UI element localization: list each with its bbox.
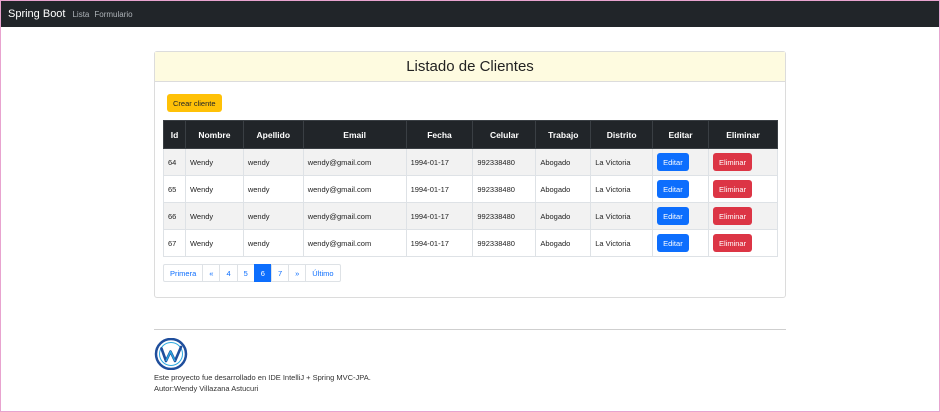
header-distrito: Distrito	[590, 120, 654, 149]
header-id: Id	[163, 120, 186, 149]
cell-celular: 992338480	[472, 202, 537, 230]
table-row: 66 Wendy wendy wendy@gmail.com 1994-01-1…	[163, 202, 778, 230]
page-last[interactable]: Último	[305, 264, 341, 282]
cell-edit: Editar	[652, 148, 710, 176]
delete-button[interactable]: Eliminar	[713, 234, 753, 252]
header-fecha: Fecha	[405, 120, 474, 149]
edit-button[interactable]: Editar	[657, 234, 689, 252]
cell-id: 65	[163, 175, 186, 203]
create-client-button[interactable]: Crear cliente	[167, 94, 222, 112]
cell-edit: Editar	[652, 202, 710, 230]
page-7[interactable]: 7	[270, 264, 290, 282]
cell-celular: 992338480	[472, 175, 537, 203]
nav-link-formulario[interactable]: Formulario	[94, 10, 132, 19]
nav-link-lista[interactable]: Lista	[72, 10, 89, 19]
cell-trabajo: Abogado	[535, 202, 592, 230]
cell-trabajo: Abogado	[535, 229, 592, 257]
w-logo-icon	[154, 338, 188, 370]
cell-delete: Eliminar	[708, 148, 778, 176]
cell-delete: Eliminar	[708, 202, 778, 230]
cell-id: 66	[163, 202, 186, 230]
cell-email: wendy@gmail.com	[302, 175, 407, 203]
cell-fecha: 1994-01-17	[405, 148, 474, 176]
clients-card: Listado de Clientes Crear cliente Id Nom…	[154, 51, 786, 298]
table-row: 67 Wendy wendy wendy@gmail.com 1994-01-1…	[163, 229, 778, 257]
cell-distrito: La Victoria	[590, 202, 654, 230]
header-celular: Celular	[472, 120, 537, 149]
cell-celular: 992338480	[472, 148, 537, 176]
header-email: Email	[302, 120, 407, 149]
header-trabajo: Trabajo	[535, 120, 592, 149]
edit-button[interactable]: Editar	[657, 180, 689, 198]
footer-divider	[154, 329, 786, 330]
header-eliminar: Eliminar	[708, 120, 778, 149]
cell-email: wendy@gmail.com	[302, 148, 407, 176]
page-5[interactable]: 5	[236, 264, 255, 282]
footer-text: Este proyecto fue desarrollado en IDE In…	[154, 372, 371, 394]
table-row: 65 Wendy wendy wendy@gmail.com 1994-01-1…	[163, 175, 778, 203]
cell-apellido: wendy	[242, 175, 304, 203]
page-next[interactable]: »	[288, 264, 307, 282]
cell-delete: Eliminar	[708, 175, 778, 203]
cell-fecha: 1994-01-17	[405, 202, 474, 230]
cell-delete: Eliminar	[708, 229, 778, 257]
cell-nombre: Wendy	[184, 202, 244, 230]
cell-id: 64	[163, 148, 186, 176]
table-row: 64 Wendy wendy wendy@gmail.com 1994-01-1…	[163, 148, 778, 176]
cell-email: wendy@gmail.com	[302, 229, 407, 257]
cell-trabajo: Abogado	[535, 148, 592, 176]
delete-button[interactable]: Eliminar	[713, 207, 753, 225]
page-first[interactable]: Primera	[163, 264, 204, 282]
cell-distrito: La Victoria	[590, 229, 654, 257]
pagination: Primera « 4 5 6 7 » Último	[163, 264, 341, 282]
page-4[interactable]: 4	[219, 264, 238, 282]
header-editar: Editar	[652, 120, 710, 149]
page-prev[interactable]: «	[202, 264, 221, 282]
cell-id: 67	[163, 229, 186, 257]
delete-button[interactable]: Eliminar	[713, 180, 753, 198]
table-header-row: Id Nombre Apellido Email Fecha Celular T…	[163, 120, 778, 149]
page-6-active[interactable]: 6	[253, 264, 272, 282]
cell-nombre: Wendy	[184, 148, 244, 176]
clients-table: Id Nombre Apellido Email Fecha Celular T…	[163, 120, 778, 257]
footer-line-author: Autor:Wendy Villazana Astucuri	[154, 384, 259, 393]
cell-fecha: 1994-01-17	[405, 175, 474, 203]
cell-apellido: wendy	[242, 229, 304, 257]
cell-celular: 992338480	[472, 229, 537, 257]
cell-nombre: Wendy	[184, 229, 244, 257]
header-nombre: Nombre	[184, 120, 244, 149]
cell-edit: Editar	[652, 175, 710, 203]
page-title: Listado de Clientes	[406, 58, 534, 75]
cell-fecha: 1994-01-17	[405, 229, 474, 257]
cell-trabajo: Abogado	[535, 175, 592, 203]
cell-edit: Editar	[652, 229, 710, 257]
edit-button[interactable]: Editar	[657, 207, 689, 225]
cell-email: wendy@gmail.com	[302, 202, 407, 230]
cell-distrito: La Victoria	[590, 175, 654, 203]
navbar-brand[interactable]: Spring Boot	[8, 8, 65, 20]
footer-line-project: Este proyecto fue desarrollado en IDE In…	[154, 373, 371, 382]
navbar: Spring Boot Lista Formulario	[1, 1, 939, 27]
delete-button[interactable]: Eliminar	[713, 153, 753, 171]
card-header: Listado de Clientes	[155, 52, 785, 82]
cell-nombre: Wendy	[184, 175, 244, 203]
edit-button[interactable]: Editar	[657, 153, 689, 171]
cell-apellido: wendy	[242, 148, 304, 176]
cell-distrito: La Victoria	[590, 148, 654, 176]
cell-apellido: wendy	[242, 202, 304, 230]
header-apellido: Apellido	[242, 120, 304, 149]
